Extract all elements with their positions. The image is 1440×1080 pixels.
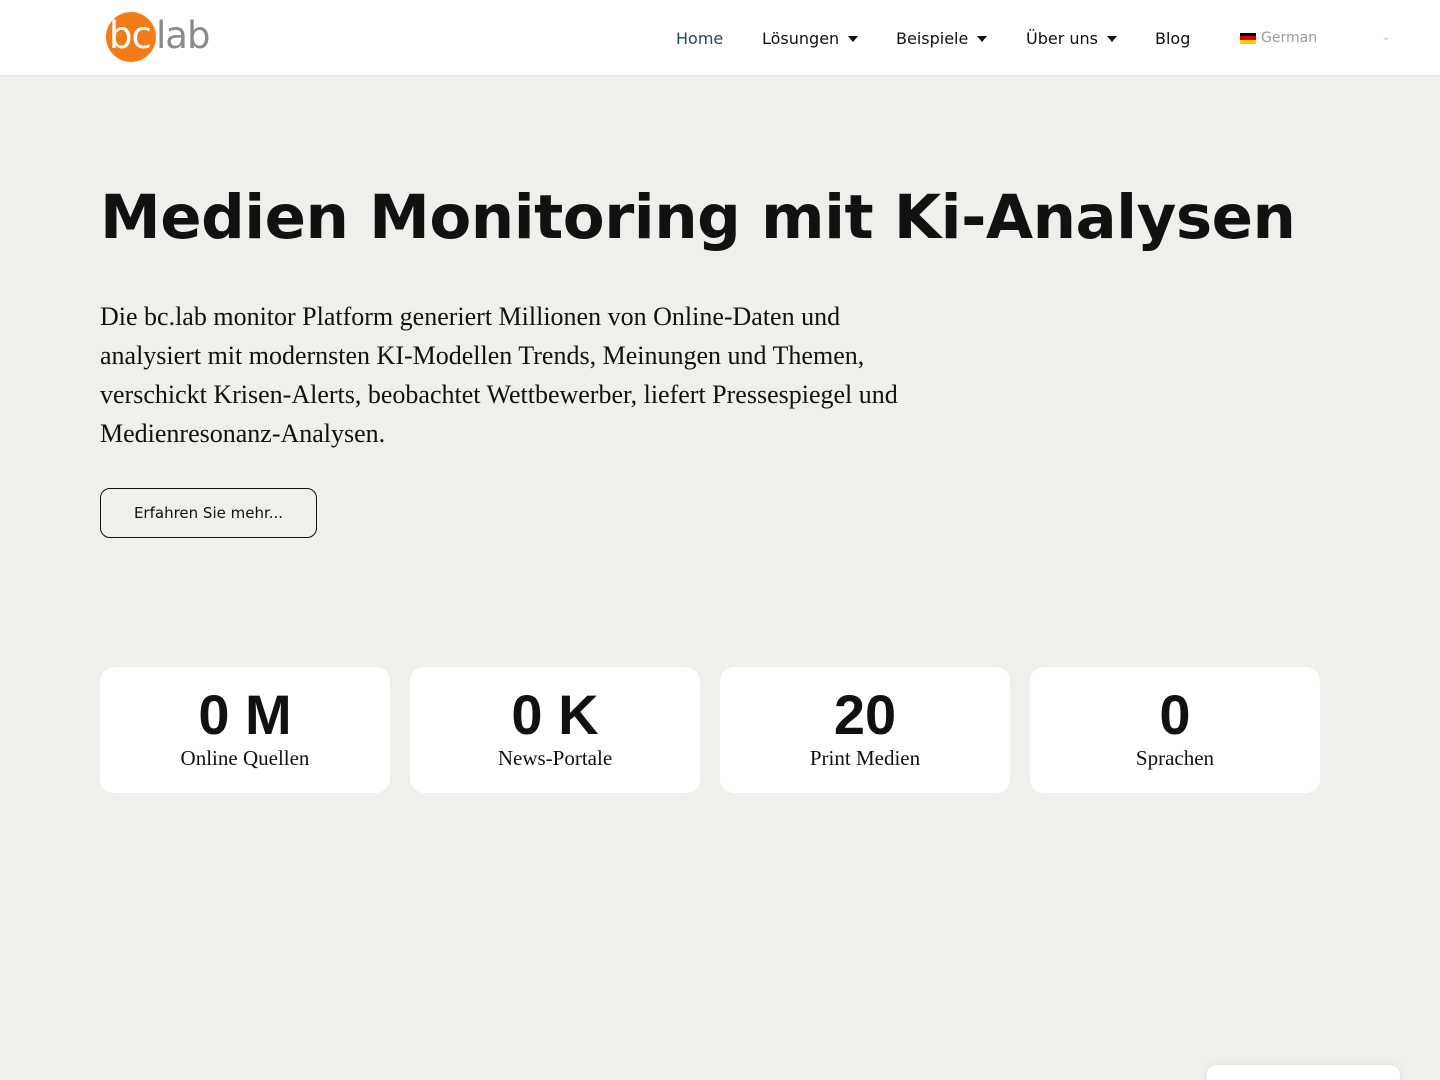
nav-item-home[interactable]: Home [676,26,723,50]
learn-more-button[interactable]: Erfahren Sie mehr... [100,488,317,538]
stat-label: Online Quellen [180,746,310,770]
nav-item-label: Über uns [1026,28,1098,48]
main-nav: Home Lösungen Beispiele Über uns Blog Ge… [0,0,1440,76]
language-label: German [1261,30,1318,46]
stat-card-online-quellen: 0 M Online Quellen [100,667,390,793]
stat-value: 0 [1159,683,1191,746]
caret-down-icon [977,36,988,42]
stat-card-sprachen: 0 Sprachen [1030,667,1320,793]
nav-item-loesungen[interactable]: Lösungen [762,26,859,50]
hero-title: Medien Monitoring mit Ki-Analysen [100,182,1296,253]
chevron-down-icon: ⌄ [1381,32,1390,43]
nav-item-blog[interactable]: Blog [1155,26,1190,50]
hero-description: Die bc.lab monitor Platform generiert Mi… [100,302,898,448]
germany-flag-icon [1240,32,1256,44]
nav-item-label: Lösungen [762,28,840,48]
caret-down-icon [1107,36,1117,42]
stat-label: Sprachen [1135,746,1215,770]
nav-item-label: Home [676,28,724,48]
nav-item-label: Blog [1155,28,1191,48]
nav-item-label: Beispiele [896,28,969,48]
stat-value: 0 M [198,683,292,746]
language-selector[interactable]: German ⌄ [1240,26,1392,50]
stat-label: Print Medien [809,746,921,770]
caret-down-icon [848,36,859,42]
nav-item-beispiele[interactable]: Beispiele [896,26,988,50]
stat-card-news-portale: 0 K News-Portale [410,667,700,793]
stat-value: 20 [833,683,897,746]
stat-card-print-medien: 20 Print Medien [720,667,1010,793]
site-header: bc lab Home Lösungen Beispiele Über uns … [0,0,1440,76]
nav-item-ueber-uns[interactable]: Über uns [1026,26,1117,50]
stat-label: News-Portale [497,746,613,770]
stat-value: 0 K [511,683,599,746]
chat-widget-tab[interactable] [1207,1065,1400,1080]
